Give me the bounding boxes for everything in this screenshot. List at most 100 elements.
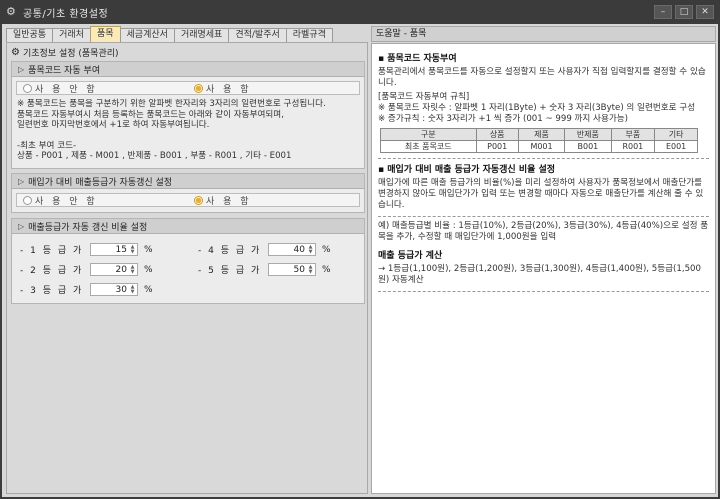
section-header: ▷ 매출등급가 자동 갱신 비율 설정 — [12, 219, 364, 234]
spin-arrows-icon[interactable]: ▲ ▼ — [129, 244, 136, 255]
tab-quote-order[interactable]: 견적/발주서 — [228, 28, 287, 42]
spin-arrows-icon[interactable]: ▲ ▼ — [129, 284, 136, 295]
section-header: ▷ 매입가 대비 매출등급가 자동갱신 설정 — [12, 174, 364, 189]
section-header: ▷ 품목코드 자동 부여 — [12, 62, 364, 77]
divider — [378, 216, 709, 217]
price-update-off-radio[interactable]: 사 용 안 함 — [17, 194, 188, 207]
note-line: 상품 - P001 , 제품 - M001 , 반제품 - B001 , 부품 … — [17, 151, 292, 161]
table-cell: M001 — [517, 140, 566, 153]
expand-triangle-icon[interactable]: ▷ — [18, 177, 24, 186]
tab-tax-invoice[interactable]: 세금계산서 — [119, 28, 175, 42]
note-line: 품목코드 자동부여시 처음 등록하는 품목코드는 아래와 같이 자동부여되며, — [17, 109, 284, 120]
table-header: 상품 — [475, 128, 519, 141]
auto-code-on-radio[interactable]: 사 용 함 — [188, 82, 359, 95]
radio-label: 사 용 안 함 — [35, 84, 98, 95]
rate-label: - 3 등 급 가 — [20, 286, 84, 296]
price-auto-update-section: ▷ 매입가 대비 매출등급가 자동갱신 설정 사 용 안 함 사 용 함 — [11, 173, 365, 213]
expand-triangle-icon[interactable]: ▷ — [18, 222, 24, 231]
tab-statement[interactable]: 거래명세표 — [173, 28, 230, 42]
rate-label: - 4 등 급 가 — [198, 246, 262, 256]
help-heading: ▪ 품목코드 자동부여 — [378, 54, 457, 64]
radio-dot-icon — [194, 195, 203, 205]
grade-2-spinbox[interactable]: 20 ▲ ▼ — [90, 263, 138, 276]
title-bar: ⚙ 공통/기초 환경설정 – □ ✕ — [0, 0, 720, 24]
rate-grade-3: - 3 등 급 가 30 ▲ ▼ % — [20, 283, 155, 296]
rate-settings-section: ▷ 매출등급가 자동 갱신 비율 설정 - 1 등 급 가 15 ▲ ▼ % - 2… — [11, 218, 365, 304]
help-heading-text: 매입가 대비 매출 등급가 자동갱신 비율 설정 — [387, 165, 556, 175]
help-content[interactable]: ▪ 품목코드 자동부여 품목관리에서 품목코드를 자동으로 설정할지 또는 사용… — [371, 43, 716, 494]
spin-arrows-icon[interactable]: ▲ ▼ — [307, 244, 314, 255]
table-header: 제품 — [517, 128, 566, 141]
maximize-button[interactable]: □ — [675, 5, 693, 19]
table-row: 최초 품목코드 P001 M001 B001 R001 E001 — [380, 140, 698, 153]
note-line: -최초 부여 코드- — [17, 140, 77, 151]
auto-code-off-radio[interactable]: 사 용 안 함 — [17, 82, 188, 95]
table-header: 구분 — [380, 128, 477, 141]
help-rule: ※ 품목코드 자릿수 : 알파벳 1 자리(1Byte) + 숫자 3 자리(3… — [378, 103, 696, 113]
table-header-row: 구분 상품 제품 반제품 부품 기타 — [380, 128, 698, 141]
help-example: 예) 매출등급별 비율 : 1등급(10%), 2등급(20%), 3등급(30… — [378, 221, 709, 242]
items-panel: ⚙ 기초정보 설정 (품목관리) ▷ 품목코드 자동 부여 사 용 안 함 사 — [6, 42, 368, 494]
note-spacer — [17, 131, 359, 141]
table-cell: P001 — [475, 140, 519, 153]
radio-label: 사 용 함 — [206, 196, 252, 207]
table-header: 반제품 — [564, 128, 612, 141]
auto-code-radio-group: 사 용 안 함 사 용 함 — [16, 81, 360, 95]
radio-label: 사 용 함 — [206, 84, 252, 95]
price-update-on-radio[interactable]: 사 용 함 — [188, 194, 359, 207]
table-cell: E001 — [654, 140, 698, 153]
percent-sign: % — [144, 244, 155, 255]
percent-sign: % — [322, 264, 333, 275]
auto-code-notes: ※ 품목코드는 품목을 구분하기 위한 알파벳 한자리와 3자리의 일련번호로 … — [12, 95, 364, 166]
tab-clients[interactable]: 거래처 — [52, 28, 91, 42]
rate-label: - 5 등 급 가 — [198, 266, 262, 276]
percent-sign: % — [322, 244, 333, 255]
help-area: 도움말 - 품목 ▪ 품목코드 자동부여 품목관리에서 품목코드를 자동으로 설… — [371, 24, 716, 494]
table-header: 부품 — [610, 128, 656, 141]
section-title: 매출등급가 자동 갱신 비율 설정 — [28, 222, 148, 233]
rate-label: - 2 등 급 가 — [20, 266, 84, 276]
help-heading: ▪ 매입가 대비 매출 등급가 자동갱신 비율 설정 — [378, 165, 556, 175]
close-button[interactable]: ✕ — [696, 5, 714, 19]
radio-label: 사 용 안 함 — [35, 196, 98, 207]
radio-dot-icon — [23, 83, 32, 93]
section-title: 품목코드 자동 부여 — [28, 65, 101, 76]
spin-value: 20 — [115, 264, 127, 275]
spin-arrows-icon[interactable]: ▲ ▼ — [307, 264, 314, 275]
tab-label-spec[interactable]: 라벨규격 — [285, 28, 333, 42]
help-paragraph: 품목관리에서 품목코드를 자동으로 설정할지 또는 사용자가 직접 입력할지를 … — [378, 67, 706, 88]
window-title: 공통/기초 환경설정 — [23, 8, 109, 20]
table-cell: 최초 품목코드 — [380, 140, 477, 153]
tab-general[interactable]: 일반공통 — [6, 28, 54, 42]
help-heading: 매출 등급가 계산 — [378, 251, 443, 261]
table-cell: R001 — [610, 140, 656, 153]
spin-value: 40 — [293, 244, 305, 255]
spin-value: 30 — [115, 284, 127, 295]
spin-arrows-icon[interactable]: ▲ ▼ — [129, 264, 136, 275]
rate-grade-2: - 2 등 급 가 20 ▲ ▼ % — [20, 263, 155, 276]
grade-3-spinbox[interactable]: 30 ▲ ▼ — [90, 283, 138, 296]
grade-5-spinbox[interactable]: 50 ▲ ▼ — [268, 263, 316, 276]
grade-1-spinbox[interactable]: 15 ▲ ▼ — [90, 243, 138, 256]
tab-items[interactable]: 품목 — [89, 26, 121, 42]
help-heading-text: 품목코드 자동부여 — [387, 54, 457, 64]
percent-sign: % — [144, 264, 155, 275]
divider — [378, 291, 709, 292]
spin-value: 15 — [115, 244, 127, 255]
tab-bar: 일반공통 거래처 품목 세금계산서 거래명세표 견적/발주서 라벨규격 — [6, 26, 333, 42]
gear-icon: ⚙ — [11, 46, 20, 58]
radio-dot-icon — [194, 83, 203, 93]
help-calc: → 1등급(1,100원), 2등급(1,200원), 3등급(1,300원),… — [378, 264, 701, 285]
expand-triangle-icon[interactable]: ▷ — [18, 65, 24, 74]
rate-grade-1: - 1 등 급 가 15 ▲ ▼ % — [20, 243, 155, 256]
settings-area: 일반공통 거래처 품목 세금계산서 거래명세표 견적/발주서 라벨규격 ⚙ 기초… — [6, 24, 368, 494]
window-body: 일반공통 거래처 품목 세금계산서 거래명세표 견적/발주서 라벨규격 ⚙ 기초… — [2, 24, 718, 497]
divider — [378, 158, 709, 159]
spin-value: 50 — [293, 264, 305, 275]
grade-4-spinbox[interactable]: 40 ▲ ▼ — [268, 243, 316, 256]
panel-title: ⚙ 기초정보 설정 (품목관리) — [11, 45, 119, 59]
minimize-button[interactable]: – — [654, 5, 672, 19]
initial-code-table: 구분 상품 제품 반제품 부품 기타 최초 품목코드 P001 M001 B00… — [380, 128, 698, 153]
section-title: 매입가 대비 매출등급가 자동갱신 설정 — [28, 177, 173, 188]
note-line: ※ 품목코드는 품목을 구분하기 위한 알파벳 한자리와 3자리의 일련번호로 … — [17, 99, 326, 109]
